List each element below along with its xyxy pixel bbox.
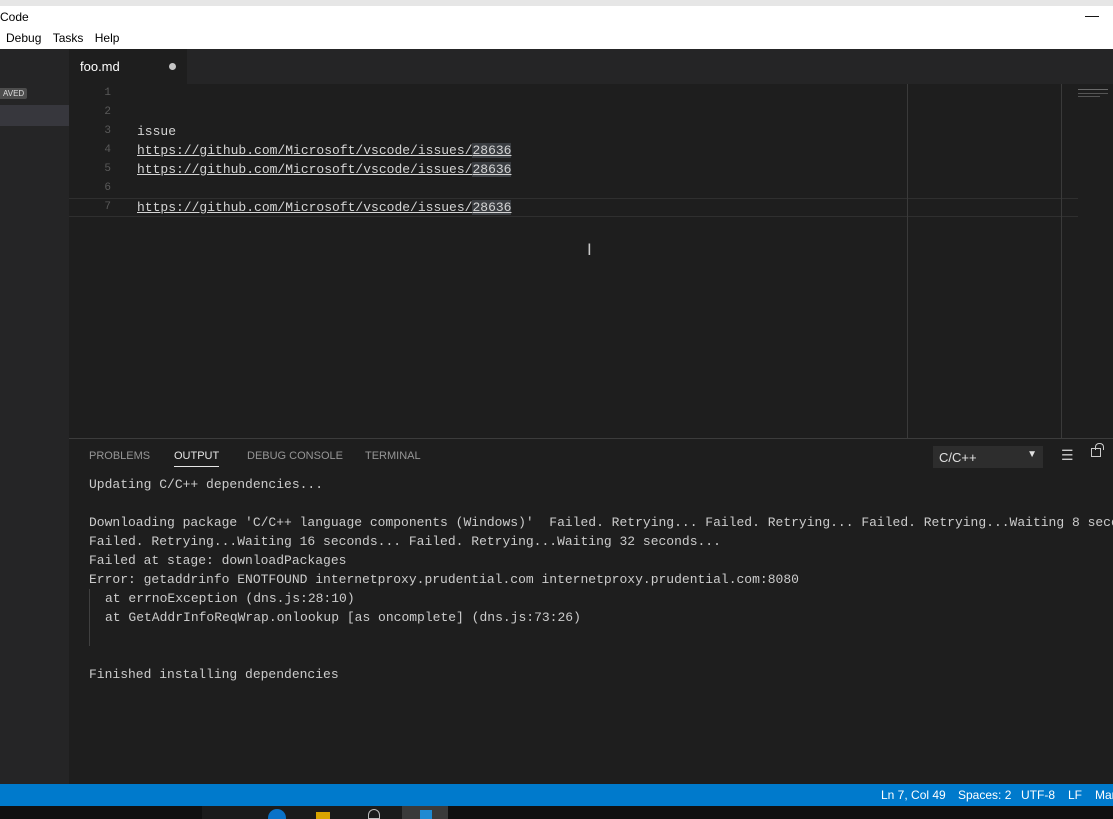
editor-line: 5 https://github.com/Microsoft/vscode/is… [69,160,1078,179]
output-line: at GetAddrInfoReqWrap.onlookup [as oncom… [89,608,1113,627]
chevron-down-icon: ▼ [1027,449,1037,460]
editor-line: 4 https://github.com/Microsoft/vscode/is… [69,141,1078,160]
editor-ruler [907,84,908,438]
encoding[interactable]: UTF-8 [1021,788,1055,802]
minimap-border [1061,84,1062,438]
unsaved-badge: AVED [0,88,28,99]
line-number: 1 [104,87,111,99]
output-line [89,627,1113,646]
tab-debug-console[interactable]: DEBUG CONSOLE [247,450,343,466]
minimap-line [1078,96,1100,97]
indentation[interactable]: Spaces: 2 [958,788,1011,802]
output-line: Error: getaddrinfo ENOTFOUND internetpro… [89,572,799,587]
text-cursor-icon: I [587,240,592,259]
line-number: 6 [104,182,111,194]
sidebar-selected-item[interactable] [0,105,69,126]
tab-foo-md[interactable]: foo.md [69,49,187,84]
output-channel-value: C/C++ [939,450,977,465]
minimap-line [1078,93,1108,94]
editor-line: 6 [69,179,1078,198]
editor-line: 1 [69,84,1078,103]
output-line: Failed at stage: downloadPackages [89,553,347,568]
dirty-indicator-icon[interactable] [169,63,176,70]
tab-output[interactable]: OUTPUT [174,450,220,467]
editor-line: 2 [69,103,1078,122]
line-number: 2 [104,106,111,118]
issue-link[interactable]: https://github.com/Microsoft/vscode/issu… [137,160,512,179]
tab-problems[interactable]: PROBLEMS [89,450,150,466]
minimap[interactable] [1078,89,1108,90]
line-text: issue [137,124,177,139]
output-line: at errnoException (dns.js:28:10) [89,589,1113,608]
output-line: Finished installing dependencies [89,667,339,682]
line-number: 5 [104,163,111,175]
status-bar: Ln 7, Col 49 Spaces: 2 UTF-8 LF Mar [0,784,1113,806]
output-line: Failed. Retrying...Waiting 16 seconds...… [89,534,721,549]
bottom-panel: PROBLEMS OUTPUT DEBUG CONSOLE TERMINAL C… [69,438,1113,784]
line-number: 7 [104,201,111,213]
minimize-button[interactable]: — [1085,7,1099,23]
output-line: Downloading package 'C/C++ language comp… [89,515,1113,530]
menu-debug[interactable]: Debug [6,30,41,47]
sidebar: AVED [0,49,69,784]
line-number: 3 [104,125,111,137]
line-number: 4 [104,144,111,156]
end-of-line[interactable]: LF [1068,788,1082,802]
tab-terminal[interactable]: TERMINAL [365,450,421,466]
issue-link[interactable]: https://github.com/Microsoft/vscode/issu… [137,199,512,216]
os-taskbar [0,806,1113,819]
folder-icon[interactable] [316,812,330,819]
menu-help[interactable]: Help [95,30,120,47]
clear-output-icon[interactable]: ☰ [1061,447,1074,464]
title-bar: Code — [0,0,1113,30]
vscode-taskbar-button[interactable] [402,806,448,819]
menu-bar: Debug Tasks Help [0,30,1113,50]
lock-scroll-icon[interactable] [1091,443,1104,457]
language-mode[interactable]: Mar [1095,788,1113,802]
output-line: Updating C/C++ dependencies... [89,477,324,492]
vscode-icon [420,810,432,819]
cursor-position[interactable]: Ln 7, Col 49 [881,788,946,802]
menu-tasks[interactable]: Tasks [53,30,84,47]
output-log[interactable]: Updating C/C++ dependencies... Downloadi… [89,475,1113,684]
editor-line: 3 issue [69,122,1078,141]
editor-line-current: 7 https://github.com/Microsoft/vscode/is… [69,198,1078,217]
tab-label: foo.md [80,59,120,74]
editor[interactable]: 1 2 3 issue 4 https://github.com/Microso… [69,84,1113,438]
app-icon[interactable] [368,809,380,819]
editor-tab-bar: foo.md [69,49,1113,84]
window-title: Code [0,10,29,24]
issue-link[interactable]: https://github.com/Microsoft/vscode/issu… [137,141,512,160]
output-channel-select[interactable]: C/C++ ▼ [933,446,1043,468]
